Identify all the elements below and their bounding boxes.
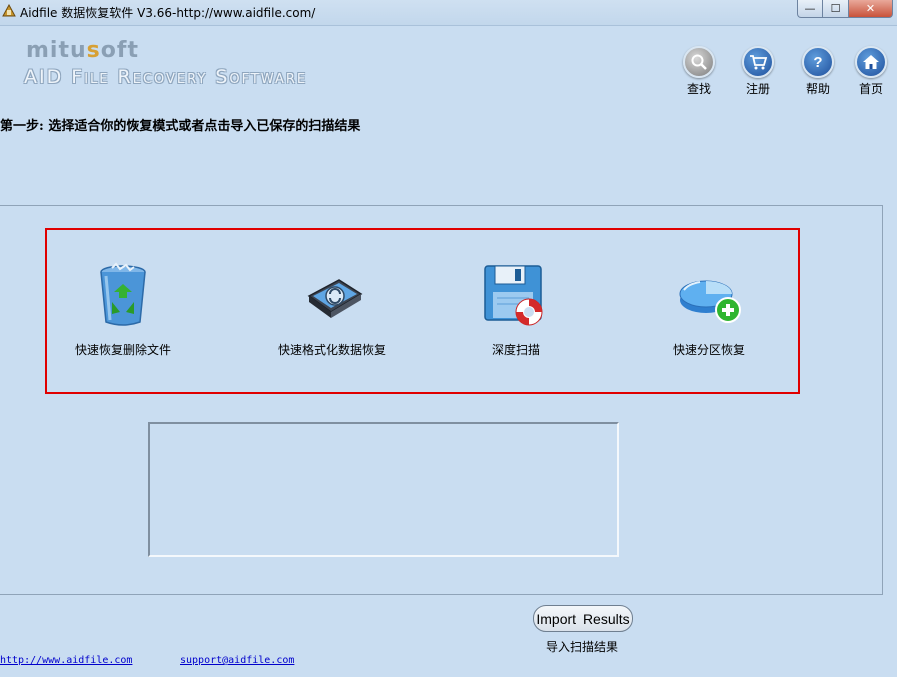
toolbar-search[interactable]: 查找: [674, 46, 724, 97]
recycle-bin-icon: [100, 262, 146, 326]
help-icon: ?: [802, 46, 834, 78]
scan-results-box: [148, 422, 619, 557]
step-title: 第一步: 选择适合你的恢复模式或者点击导入已保存的扫描结果: [0, 119, 361, 134]
toolbar-home[interactable]: 首页: [846, 46, 896, 97]
import-results-button[interactable]: Import Results: [533, 605, 633, 632]
mode-partition-recovery[interactable]: 快速分区恢复: [673, 262, 745, 358]
brand-text-end: oft: [100, 38, 139, 63]
product-tagline: AID File Recovery Software: [24, 66, 308, 88]
brand-logo: mitusoft: [26, 38, 139, 63]
minimize-button[interactable]: —: [797, 0, 823, 18]
mode-deep-scan[interactable]: 深度扫描: [483, 262, 549, 358]
mode-quick-recover-deleted-label: 快速恢复删除文件: [75, 343, 172, 357]
toolbar-help[interactable]: ? 帮助: [793, 46, 843, 97]
maximize-button[interactable]: ☐: [823, 0, 849, 18]
format-drive-icon: [307, 279, 363, 318]
brand-text-start: mitu: [26, 38, 87, 63]
svg-text:?: ?: [813, 54, 822, 71]
mode-deep-scan-label: 深度扫描: [491, 343, 540, 357]
toolbar-register-label: 注册: [745, 82, 770, 96]
partition-add-icon: [679, 280, 741, 323]
close-button[interactable]: ✕: [849, 0, 893, 18]
mode-format-recovery-label: 快速格式化数据恢复: [278, 343, 387, 357]
toolbar-search-label: 查找: [686, 82, 711, 96]
mode-quick-recover-deleted[interactable]: 快速恢复删除文件: [75, 262, 171, 358]
toolbar-help-label: 帮助: [805, 82, 830, 96]
toolbar-home-label: 首页: [858, 82, 883, 96]
search-icon: [683, 46, 715, 78]
cart-icon: [742, 46, 774, 78]
title-bar: Aidfile 数据恢复软件 V3.66-http://www.aidfile.…: [0, 0, 897, 26]
support-email-link[interactable]: support@aidfile.com: [180, 655, 294, 666]
website-link[interactable]: http://www.aidfile.com: [0, 655, 132, 666]
import-results-caption: 导入扫描结果: [546, 640, 619, 654]
home-icon: [855, 46, 887, 78]
floppy-lifebuoy-icon: [484, 265, 543, 326]
brand-text-accent: s: [86, 38, 101, 63]
mode-format-recovery[interactable]: 快速格式化数据恢复: [278, 262, 386, 358]
app-icon: [2, 4, 16, 17]
window-title: Aidfile 数据恢复软件 V3.66-http://www.aidfile.…: [20, 6, 316, 20]
mode-partition-recovery-label: 快速分区恢复: [673, 343, 746, 357]
toolbar-register[interactable]: 注册: [733, 46, 783, 97]
window-controls: — ☐ ✕: [797, 0, 893, 18]
